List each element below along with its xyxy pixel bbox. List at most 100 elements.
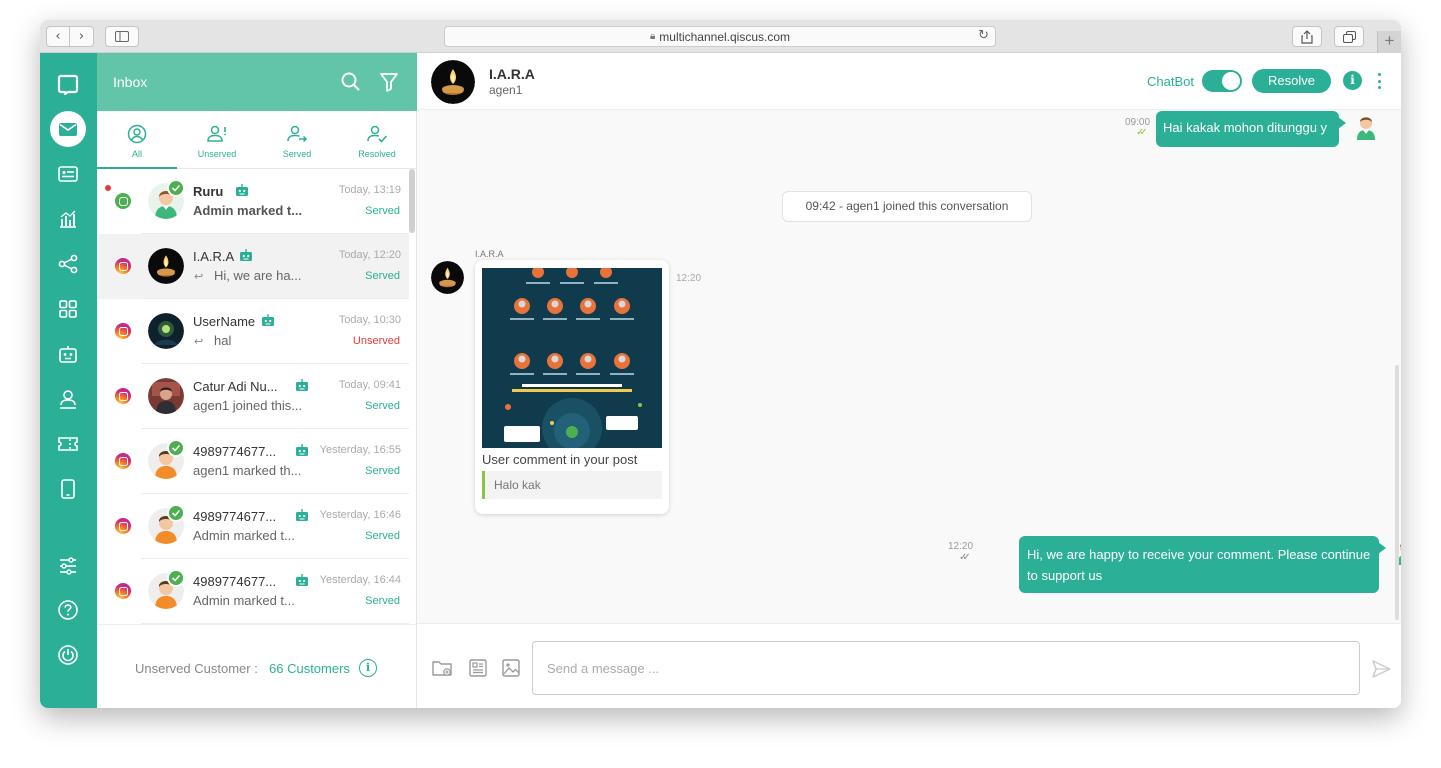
search-icon[interactable]	[339, 70, 363, 94]
tab-unserved[interactable]: Unserved	[177, 111, 257, 169]
bot-icon	[239, 248, 253, 262]
folder-attach-icon[interactable]	[431, 657, 453, 679]
assigned-agent: agen1	[489, 83, 523, 97]
post-image[interactable]	[482, 268, 662, 448]
conversation-item[interactable]: 4989774677... Yesterday, 16:46 Admin marke…	[97, 494, 409, 559]
user-arrow-icon	[287, 125, 308, 143]
status-badge: Served	[365, 400, 400, 412]
bot-icon	[235, 183, 249, 197]
tab-label: Unserved	[197, 149, 237, 159]
conversation-item[interactable]: Ruru Today, 13:19 Admin marked t... Served	[97, 169, 409, 234]
ticket-icon[interactable]	[50, 426, 86, 462]
toggle-knob	[1222, 72, 1240, 90]
check-badge-icon	[167, 504, 185, 522]
tab-all[interactable]: All	[97, 111, 177, 169]
contact-name: I.A.R.A	[489, 66, 535, 82]
conversation-item[interactable]: UserName Today, 10:30 ↩ hal Unserved	[97, 299, 409, 364]
agent-avatar	[1352, 113, 1380, 141]
night-avatar	[148, 313, 184, 349]
info-icon[interactable]: i	[1343, 71, 1362, 90]
scrollbar[interactable]	[409, 169, 415, 233]
id-card-icon[interactable]	[50, 156, 86, 192]
conversation-name: Ruru	[193, 184, 224, 199]
tab-resolved[interactable]: Resolved	[337, 111, 417, 169]
image-attach-icon[interactable]	[500, 657, 522, 679]
instagram-comment-card[interactable]: User comment in your post Halo kak	[475, 260, 669, 514]
conversation-item[interactable]: I.A.R.A Today, 12:20 ↩ Hi, we are ha... Serv…	[97, 234, 409, 299]
instagram-icon	[115, 388, 131, 404]
logo-icon[interactable]	[50, 66, 86, 102]
message-area: 09:00 ✓✓ Hai kakak mohon ditunggu y 09:4…	[417, 110, 1401, 623]
browser-window: ‹ › 🔒︎ multichannel.qiscus.com ↻ + Inbox…	[40, 20, 1401, 708]
photo-avatar	[148, 378, 184, 414]
sidebar-toggle-button[interactable]	[105, 26, 139, 47]
filter-icon[interactable]	[377, 70, 401, 94]
new-tab-button[interactable]: +	[1377, 31, 1401, 53]
info-icon[interactable]: i	[359, 659, 377, 677]
more-options-icon[interactable]	[1375, 71, 1383, 91]
instagram-icon	[115, 453, 131, 469]
mobile-icon[interactable]	[50, 471, 86, 507]
tabs-button[interactable]	[1334, 26, 1364, 47]
chart-icon[interactable]	[50, 201, 86, 237]
chatbot-toggle[interactable]	[1202, 70, 1242, 92]
conversation-name: Catur Adi Nu...	[193, 379, 278, 394]
template-icon[interactable]	[467, 657, 489, 679]
conversation-time: Today, 13:19	[338, 184, 401, 196]
qiscus-channel-icon	[115, 193, 131, 209]
send-icon[interactable]	[1370, 658, 1392, 680]
conversation-preview: agen1 marked th...	[193, 463, 302, 478]
robot-icon[interactable]	[50, 336, 86, 372]
candle-avatar	[431, 261, 464, 294]
chatbot-label: ChatBot	[1147, 74, 1194, 89]
message-scrollbar[interactable]	[1395, 365, 1399, 620]
conversation-item[interactable]: 4989774677... Yesterday, 16:55 agen1 marke…	[97, 429, 409, 494]
share-nodes-icon[interactable]	[50, 246, 86, 282]
resolve-button[interactable]: Resolve	[1252, 69, 1331, 93]
bot-icon	[295, 378, 309, 392]
back-button[interactable]: ‹	[46, 26, 70, 47]
reply-icon: ↩	[194, 335, 204, 348]
instagram-icon	[115, 583, 131, 599]
inbox-title: Inbox	[113, 74, 148, 90]
share-button[interactable]	[1292, 26, 1322, 47]
check-badge-icon	[167, 569, 185, 587]
message-text: Hi, we are happy to receive your comment…	[1027, 547, 1371, 583]
status-badge: Unserved	[352, 335, 400, 347]
chat-panel: I.A.R.A agen1 ChatBot Resolve i 09:00 ✓✓…	[417, 53, 1401, 708]
reply-icon: ↩	[194, 270, 204, 283]
conversation-item[interactable]: Catur Adi Nu... Today, 09:41 agen1 joined …	[97, 364, 409, 429]
unserved-count-link[interactable]: 66 Customers	[269, 661, 350, 676]
outgoing-message: Hai kakak mohon ditunggu y	[1156, 111, 1346, 147]
conversation-item[interactable]: 4989774677... Yesterday, 16:44 Admin marke…	[97, 559, 409, 624]
grid-icon[interactable]	[50, 291, 86, 327]
question-icon[interactable]	[50, 592, 86, 628]
conversation-time: Yesterday, 16:55	[319, 444, 401, 456]
message-input[interactable]	[532, 641, 1360, 695]
conversation-time: Today, 09:41	[338, 379, 401, 391]
candle-avatar[interactable]	[431, 60, 475, 104]
address-bar[interactable]: 🔒︎ multichannel.qiscus.com ↻	[444, 26, 996, 47]
conversation-name: 4989774677...	[193, 444, 277, 459]
conversation-time: Yesterday, 16:46	[319, 509, 401, 521]
conversation-preview: Admin marked t...	[193, 528, 295, 543]
forward-button[interactable]: ›	[70, 26, 94, 47]
status-badge: Served	[365, 270, 400, 282]
status-badge: Served	[365, 595, 400, 607]
mail-icon[interactable]	[50, 111, 86, 147]
agent-icon[interactable]	[50, 381, 86, 417]
tab-label: Served	[282, 149, 312, 159]
power-icon[interactable]	[50, 637, 86, 673]
conversation-time: Today, 12:20	[338, 249, 401, 261]
sliders-icon[interactable]	[50, 548, 86, 584]
reload-icon[interactable]: ↻	[978, 28, 989, 43]
sidebar-icon	[115, 31, 129, 42]
conversation-name: 4989774677...	[193, 574, 277, 589]
tab-served[interactable]: Served	[257, 111, 337, 169]
browser-toolbar: ‹ › 🔒︎ multichannel.qiscus.com ↻ +	[40, 20, 1401, 53]
card-caption: User comment in your post	[482, 452, 638, 467]
conversation-time: Yesterday, 16:44	[319, 574, 401, 586]
url-text: multichannel.qiscus.com	[659, 29, 791, 44]
message-text: Hai kakak mohon ditunggu y	[1163, 120, 1328, 135]
user-circle-icon	[127, 124, 147, 144]
